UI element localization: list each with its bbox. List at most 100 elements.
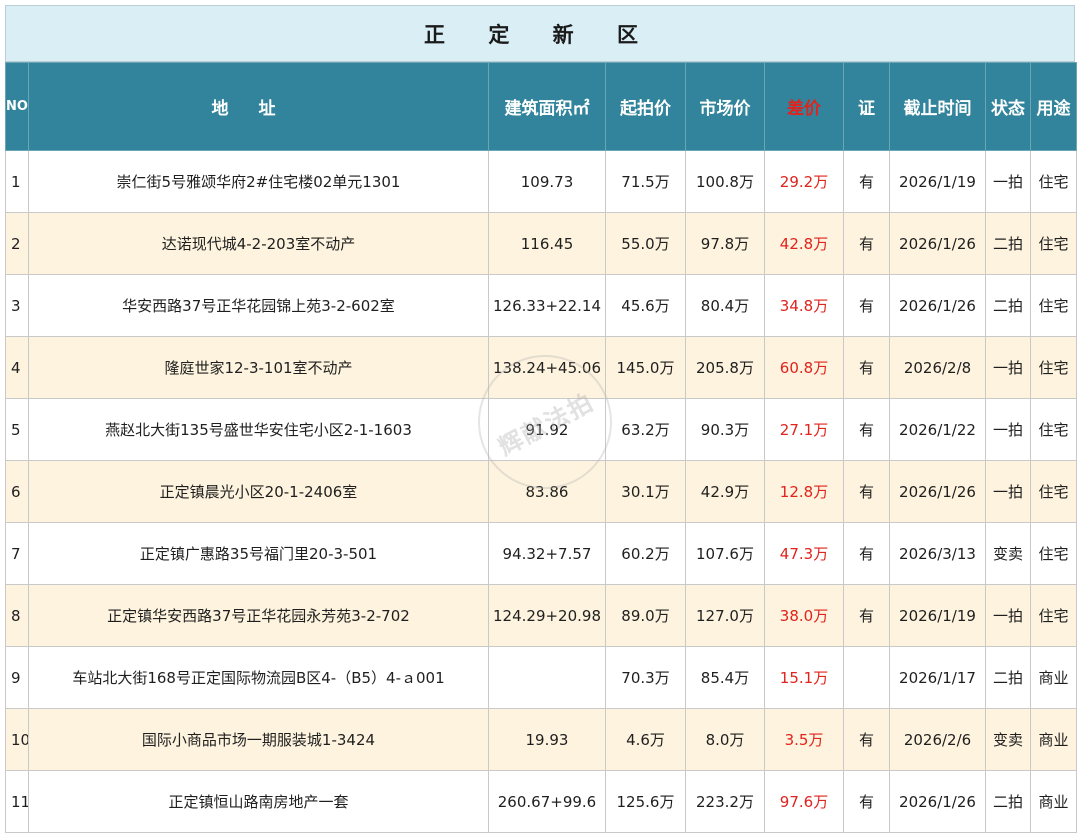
cell-usage: 住宅 xyxy=(1030,336,1077,399)
header-no: NO. xyxy=(5,62,29,151)
cell-status: 变卖 xyxy=(985,522,1031,585)
cell-deadline: 2026/1/26 xyxy=(889,460,986,523)
header-address: 地址 xyxy=(28,62,489,151)
table-row: 3 华安西路37号正华花园锦上苑3-2-602室 126.33+22.14 45.6万… xyxy=(5,274,1077,337)
cell-area: 124.29+20.98 xyxy=(488,584,606,647)
cell-deadline: 2026/1/26 xyxy=(889,212,986,275)
cell-area: 91.92 xyxy=(488,398,606,461)
cell-deadline: 2026/2/8 xyxy=(889,336,986,399)
cell-no: 9 xyxy=(5,646,29,709)
table-row: 6 正定镇晨光小区20-1-2406室 83.86 30.1万 42.9万 12.8万有 2… xyxy=(5,460,1077,523)
cell-area: 126.33+22.14 xyxy=(488,274,606,337)
cell-start-price: 70.3万 xyxy=(605,646,686,709)
cell-market-price: 107.6万 xyxy=(685,522,765,585)
cell-start-price: 63.2万 xyxy=(605,398,686,461)
cell-start-price: 71.5万 xyxy=(605,150,686,213)
cell-status: 一拍 xyxy=(985,460,1031,523)
cell-usage: 商业 xyxy=(1030,646,1077,709)
cell-status: 二拍 xyxy=(985,274,1031,337)
cell-usage: 商业 xyxy=(1030,770,1077,833)
table-row: 9 车站北大街168号正定国际物流园B区4-（B5）4-ａ001 70.3万 85.4… xyxy=(5,646,1077,709)
cell-usage: 住宅 xyxy=(1030,522,1077,585)
cell-diff: 12.8万 xyxy=(764,460,844,523)
table-row: 7 正定镇广惠路35号福门里20-3-501 94.32+7.57 60.2万 107.… xyxy=(5,522,1077,585)
cell-address: 正定镇广惠路35号福门里20-3-501 xyxy=(28,522,489,585)
table-row: 10 国际小商品市场一期服装城1-3424 19.93 4.6万 8.0万 3.5万有 20… xyxy=(5,708,1077,771)
table-row: 1 崇仁街5号雅颂华府2#住宅楼02单元1301 109.73 71.5万 100.8万… xyxy=(5,150,1077,213)
cell-start-price: 60.2万 xyxy=(605,522,686,585)
cell-address: 国际小商品市场一期服装城1-3424 xyxy=(28,708,489,771)
table-row: 2 达诺现代城4-2-203室不动产 116.45 55.0万 97.8万 42.8万有 2… xyxy=(5,212,1077,275)
cell-certificate: 有 xyxy=(843,150,890,213)
cell-certificate: 有 xyxy=(843,460,890,523)
cell-market-price: 80.4万 xyxy=(685,274,765,337)
cell-area: 260.67+99.6 xyxy=(488,770,606,833)
auction-table: NO. 地址 建筑面积㎡ 起拍价 市场价 差价 证 截止时间 状态 用途 1崇仁… xyxy=(5,62,1077,833)
cell-address: 正定镇晨光小区20-1-2406室 xyxy=(28,460,489,523)
cell-area: 83.86 xyxy=(488,460,606,523)
cell-area xyxy=(488,646,606,709)
header-usage: 用途 xyxy=(1030,62,1077,151)
table-row: 8 正定镇华安西路37号正华花园永芳苑3-2-702 124.29+20.98 89.… xyxy=(5,584,1077,647)
cell-deadline: 2026/2/6 xyxy=(889,708,986,771)
cell-market-price: 205.8万 xyxy=(685,336,765,399)
header-row: NO. 地址 建筑面积㎡ 起拍价 市场价 差价 证 截止时间 状态 用途 xyxy=(5,62,1077,151)
header-deadline: 截止时间 xyxy=(889,62,986,151)
cell-no: 6 xyxy=(5,460,29,523)
cell-market-price: 223.2万 xyxy=(685,770,765,833)
cell-status: 一拍 xyxy=(985,150,1031,213)
cell-status: 二拍 xyxy=(985,770,1031,833)
cell-start-price: 45.6万 xyxy=(605,274,686,337)
cell-area: 138.24+45.06 xyxy=(488,336,606,399)
cell-diff: 97.6万 xyxy=(764,770,844,833)
header-start-price: 起拍价 xyxy=(605,62,686,151)
cell-address: 崇仁街5号雅颂华府2#住宅楼02单元1301 xyxy=(28,150,489,213)
cell-start-price: 4.6万 xyxy=(605,708,686,771)
header-area: 建筑面积㎡ xyxy=(488,62,606,151)
cell-start-price: 145.0万 xyxy=(605,336,686,399)
cell-no: 8 xyxy=(5,584,29,647)
cell-usage: 住宅 xyxy=(1030,274,1077,337)
cell-no: 4 xyxy=(5,336,29,399)
cell-usage: 住宅 xyxy=(1030,460,1077,523)
cell-address: 华安西路37号正华花园锦上苑3-2-602室 xyxy=(28,274,489,337)
cell-diff: 34.8万 xyxy=(764,274,844,337)
cell-no: 10 xyxy=(5,708,29,771)
cell-diff: 3.5万 xyxy=(764,708,844,771)
cell-status: 变卖 xyxy=(985,708,1031,771)
header-market-price: 市场价 xyxy=(685,62,765,151)
header-status: 状态 xyxy=(985,62,1031,151)
cell-status: 一拍 xyxy=(985,336,1031,399)
cell-certificate: 有 xyxy=(843,336,890,399)
cell-certificate: 有 xyxy=(843,584,890,647)
cell-usage: 住宅 xyxy=(1030,150,1077,213)
cell-address: 正定镇华安西路37号正华花园永芳苑3-2-702 xyxy=(28,584,489,647)
cell-market-price: 90.3万 xyxy=(685,398,765,461)
cell-diff: 42.8万 xyxy=(764,212,844,275)
cell-market-price: 8.0万 xyxy=(685,708,765,771)
cell-market-price: 97.8万 xyxy=(685,212,765,275)
cell-status: 一拍 xyxy=(985,398,1031,461)
cell-certificate: 有 xyxy=(843,398,890,461)
cell-certificate: 有 xyxy=(843,708,890,771)
cell-diff: 15.1万 xyxy=(764,646,844,709)
cell-certificate: 有 xyxy=(843,770,890,833)
cell-certificate xyxy=(843,646,890,709)
cell-address: 车站北大街168号正定国际物流园B区4-（B5）4-ａ001 xyxy=(28,646,489,709)
cell-no: 3 xyxy=(5,274,29,337)
cell-area: 109.73 xyxy=(488,150,606,213)
cell-deadline: 2026/1/26 xyxy=(889,770,986,833)
cell-address: 达诺现代城4-2-203室不动产 xyxy=(28,212,489,275)
cell-status: 二拍 xyxy=(985,646,1031,709)
header-diff: 差价 xyxy=(764,62,844,151)
page-title: 正 定 新 区 xyxy=(5,5,1075,62)
cell-certificate: 有 xyxy=(843,274,890,337)
cell-area: 19.93 xyxy=(488,708,606,771)
cell-no: 5 xyxy=(5,398,29,461)
cell-deadline: 2026/1/19 xyxy=(889,150,986,213)
cell-area: 94.32+7.57 xyxy=(488,522,606,585)
cell-status: 二拍 xyxy=(985,212,1031,275)
cell-diff: 38.0万 xyxy=(764,584,844,647)
cell-start-price: 30.1万 xyxy=(605,460,686,523)
cell-market-price: 42.9万 xyxy=(685,460,765,523)
